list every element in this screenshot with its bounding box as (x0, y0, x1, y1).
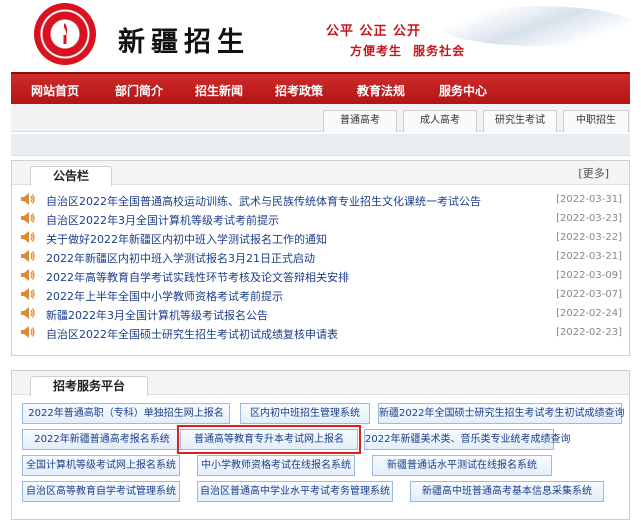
speaker-icon (21, 212, 35, 224)
notice-title[interactable]: 新疆2022年3月全国计算机等级考试报名公告 (46, 307, 268, 323)
speaker-icon (21, 269, 35, 281)
notice-title[interactable]: 2022年高等教育自学考试实践性环节考核及论文答辩相关安排 (46, 269, 349, 285)
notice-item[interactable]: 关于做好2022年新疆区内初中班入学测试报名工作的通知 [2022-03-22] (20, 229, 622, 247)
site-header: 新疆招生 公平 公正 公开 方便考生 服务社会 (0, 0, 641, 70)
speaker-icon (21, 231, 35, 243)
notice-date: [2022-03-31] (556, 194, 622, 205)
notice-title[interactable]: 自治区2022年3月全国计算机等级考试考前提示 (46, 212, 279, 228)
speaker-icon (21, 288, 35, 300)
service-platform: 招考服务平台 2022年普通高职（专科）单独招生网上报名 区内初中班招生管理系统新… (11, 370, 630, 520)
site-title: 新疆招生 (118, 27, 250, 58)
service-button[interactable]: 自治区普通高中学业水平考试考务管理系统 (197, 481, 393, 502)
notice-item[interactable]: 新疆2022年3月全国计算机等级考试报名公告 [2022-02-24] (20, 305, 622, 323)
service-platform-title: 招考服务平台 (30, 376, 149, 396)
speaker-icon (21, 193, 35, 205)
slogan-line-2: 方便考生 服务社会 (350, 44, 466, 58)
notice-board-header: 公告栏 [更多] (12, 161, 629, 186)
nav-item-about[interactable]: 部门简介 (115, 82, 163, 99)
notice-title[interactable]: 自治区2022年全国普通高校运动训练、武术与民族传统体育专业招生文化课统一考试公… (46, 193, 481, 209)
nav-item-news[interactable]: 招生新闻 (195, 82, 243, 99)
notice-title[interactable]: 关于做好2022年新疆区内初中班入学测试报名工作的通知 (46, 231, 327, 247)
notice-item[interactable]: 自治区2022年全国硕士研究生招生考试初试成绩复核申请表 [2022-02-23] (20, 324, 622, 342)
torch-icon (63, 23, 68, 44)
service-platform-header: 招考服务平台 (12, 371, 629, 396)
speaker-icon (21, 307, 35, 319)
notice-board: 公告栏 [更多] 自治区2022年全国普通高校运动训练、武术与民族传统体育专业招… (11, 160, 630, 356)
notice-title[interactable]: 2022年上半年全国中小学教师资格考试考前提示 (46, 288, 283, 304)
service-button[interactable]: 新疆2022年全国硕士研究生招生考试考生初试成绩查询 (378, 403, 624, 424)
service-button[interactable]: 2022年普通高职（专科）单独招生网上报名 (22, 403, 230, 424)
exam-category-tabs: 普通高考 成人高考 研究生考试 中职招生 (11, 104, 630, 132)
site-logo[interactable] (34, 3, 96, 65)
more-link[interactable]: [更多] (578, 165, 609, 181)
service-button[interactable]: 区内初中班招生管理系统 (240, 403, 370, 424)
notice-title[interactable]: 自治区2022年全国硕士研究生招生考试初试成绩复核申请表 (46, 326, 338, 342)
notice-item[interactable]: 2022年上半年全国中小学教师资格考试考前提示 [2022-03-07] (20, 286, 622, 304)
nav-item-regulations[interactable]: 教育法规 (357, 82, 405, 99)
notice-board-title: 公告栏 (30, 166, 113, 186)
nav-item-service[interactable]: 服务中心 (439, 82, 487, 99)
service-button[interactable]: 新疆普通话水平测试在线报名系统 (372, 455, 552, 476)
notice-item[interactable]: 自治区2022年全国普通高校运动训练、武术与民族传统体育专业招生文化课统一考试公… (20, 191, 622, 209)
service-button[interactable]: 中小学教师资格考试在线报名系统 (197, 455, 355, 476)
highlight-box (177, 425, 361, 454)
tab-graduate-exam[interactable]: 研究生考试 (483, 110, 557, 132)
service-button[interactable]: 新疆高中班普通高考基本信息采集系统 (410, 481, 604, 502)
nav-item-policy[interactable]: 招考政策 (275, 82, 323, 99)
service-button[interactable]: 2022年新疆普通高考报名系统 (22, 429, 182, 450)
tab-adult-exam[interactable]: 成人高考 (403, 110, 477, 132)
notice-item[interactable]: 2022年新疆区内初中班入学测试报名3月21日正式启动 [2022-03-21] (20, 248, 622, 266)
notice-date: [2022-02-23] (556, 327, 622, 338)
speaker-icon (21, 326, 35, 338)
service-button[interactable]: 2022年新疆美术类、音乐类专业统考成绩查询 (364, 429, 570, 450)
tab-vocational[interactable]: 中职招生 (563, 110, 629, 132)
notice-item[interactable]: 自治区2022年3月全国计算机等级考试考前提示 [2022-03-23] (20, 210, 622, 228)
notice-date: [2022-03-07] (556, 289, 622, 300)
notice-date: [2022-03-23] (556, 213, 622, 224)
notice-title[interactable]: 2022年新疆区内初中班入学测试报名3月21日正式启动 (46, 250, 315, 266)
notice-date: [2022-03-21] (556, 251, 622, 262)
slogan-line-1: 公平 公正 公开 (326, 24, 422, 39)
tab-gaokao[interactable]: 普通高考 (323, 110, 397, 132)
notice-date: [2022-03-22] (556, 232, 622, 243)
main-nav: 网站首页 部门简介 招生新闻 招考政策 教育法规 服务中心 (11, 72, 630, 104)
header-decoration (440, 6, 635, 46)
notice-date: [2022-02-24] (556, 308, 622, 319)
notice-date: [2022-03-09] (556, 270, 622, 281)
nav-item-home[interactable]: 网站首页 (31, 82, 79, 99)
service-button[interactable]: 全国计算机等级考试网上报名系统 (22, 455, 180, 476)
notice-item[interactable]: 2022年高等教育自学考试实践性环节考核及论文答辩相关安排 [2022-03-09… (20, 267, 622, 285)
service-button[interactable]: 自治区高等教育自学考试管理系统 (22, 481, 180, 502)
divider-band (11, 134, 630, 156)
speaker-icon (21, 250, 35, 262)
